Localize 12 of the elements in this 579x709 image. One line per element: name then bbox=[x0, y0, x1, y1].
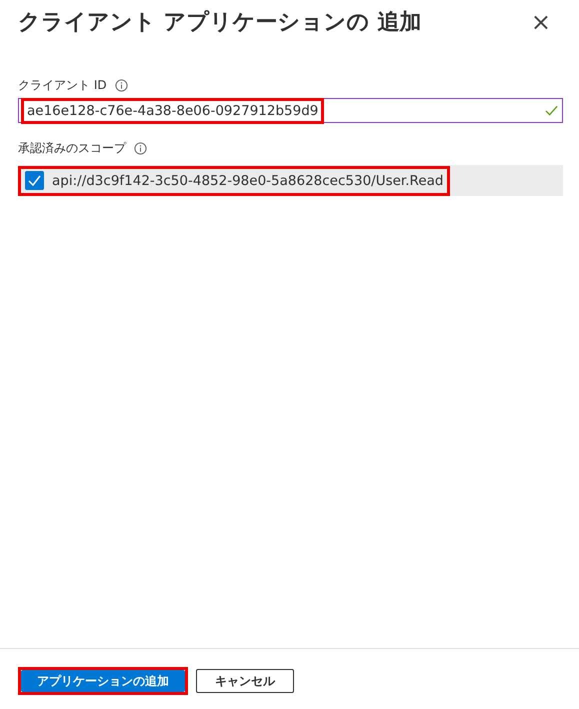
field-label: クライアント ID bbox=[18, 77, 107, 94]
close-button[interactable]: × bbox=[526, 10, 555, 34]
client-id-field[interactable]: ae16e128-c76e-4a38-8e06-0927912b59d9 bbox=[18, 98, 563, 124]
field-value: ae16e128-c76e-4a38-8e06-0927912b59d9 bbox=[26, 102, 320, 121]
field-label: 承認済みのスコープ bbox=[18, 140, 126, 158]
cancel-button[interactable]: キャンセル bbox=[196, 669, 294, 693]
checkbox[interactable] bbox=[25, 171, 44, 190]
panel-title: クライアント アプリケーションの 追加 bbox=[18, 10, 422, 36]
info-icon[interactable] bbox=[114, 78, 128, 92]
info-icon[interactable] bbox=[134, 142, 147, 155]
add-application-button[interactable]: アプリケーションの追加 bbox=[21, 670, 185, 692]
scope-label: api://d3c9f142-3c50-4852-98e0-5a8628cec530/User.Read bbox=[52, 172, 444, 191]
